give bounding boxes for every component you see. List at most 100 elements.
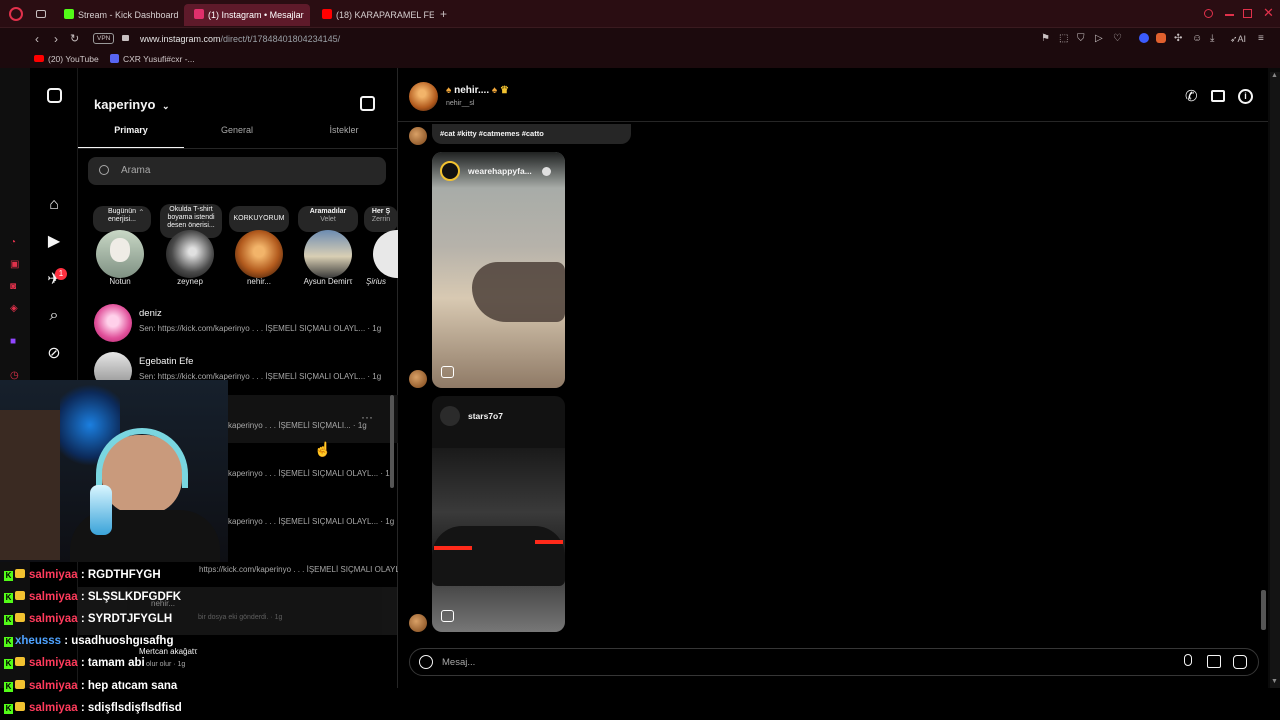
workspaces-icon[interactable] <box>36 10 46 18</box>
scroll-up-arrow-icon[interactable]: ▲ <box>1271 72 1278 79</box>
home-icon[interactable]: ⌂ <box>44 195 64 215</box>
message-composer[interactable]: Mesaj... <box>409 648 1259 676</box>
shield-icon[interactable]: ⛉ <box>1077 32 1085 46</box>
instagram-logo-icon[interactable] <box>44 86 64 106</box>
restore-window-icon[interactable] <box>1243 9 1252 18</box>
sidebar-history-icon[interactable]: ◔ <box>10 237 21 248</box>
note-avatar-zeynep[interactable] <box>166 230 214 278</box>
bookmark-youtube[interactable]: (20) YouTube <box>34 53 99 65</box>
back-arrow-icon[interactable]: ‹ <box>35 31 39 47</box>
forward-arrow-icon[interactable]: › <box>54 31 58 47</box>
aria-ai-button[interactable]: ➶AI <box>1230 32 1246 46</box>
tab-search-icon[interactable] <box>1204 9 1213 18</box>
chat-message: Kxheusss : usadhuoshgısafhg <box>4 635 174 647</box>
webcam-overlay <box>0 380 228 562</box>
account-switcher[interactable]: kaperinyo ⌄ <box>94 97 170 112</box>
note-avatar-nehir[interactable] <box>235 230 283 278</box>
thread-username: nehir__sl <box>446 100 475 107</box>
reels-icon[interactable]: ▶ <box>44 232 64 252</box>
thread-title[interactable]: ♠ nehir.... ♠ ♛ <box>446 85 509 96</box>
bookmark-cxr[interactable]: CXR Yusufi#cxr -... <box>110 53 195 65</box>
sidebar-shopping-icon[interactable]: ▣ <box>10 259 21 270</box>
opera-logo-icon[interactable] <box>9 7 23 21</box>
extension-blue-icon[interactable] <box>1139 33 1149 43</box>
sidebar-twitch-icon[interactable]: ■ <box>10 336 21 347</box>
shared-post-card[interactable]: wearehappyfa... <box>432 152 565 388</box>
conversation-list-scrollbar[interactable] <box>390 395 394 488</box>
tab-instagram-messages[interactable]: (1) Instagram • Mesajlar <box>184 4 310 26</box>
tab-general[interactable]: General <box>184 125 290 148</box>
download-icon[interactable]: ⤓ <box>1210 32 1214 46</box>
post-media-shadow <box>472 262 565 322</box>
note-bubble-sirius[interactable]: Her Ş Zerrin <box>364 206 398 232</box>
note-avatar-aysun[interactable] <box>304 230 352 278</box>
tab-primary[interactable]: Primary <box>78 125 184 148</box>
chat-message: Ksalmiyaa : tamam abi <box>4 657 145 669</box>
reel-indicator-icon <box>441 366 454 378</box>
image-icon[interactable] <box>1207 655 1221 668</box>
note-bubble-nehir[interactable]: KORKUYORUM <box>229 206 289 232</box>
minimize-window-icon[interactable] <box>1225 14 1234 16</box>
search-box[interactable]: Arama <box>88 157 386 185</box>
search-icon[interactable]: ⌕ <box>44 306 64 326</box>
note-avatar-own[interactable] <box>96 230 144 278</box>
kick-badge-icon: K <box>4 593 13 603</box>
vpn-badge[interactable]: VPN <box>93 33 115 44</box>
note-bubble-aysun[interactable]: Aramadılar Velet <box>298 206 358 232</box>
account-icon[interactable]: ☺ <box>1192 32 1202 46</box>
tab-youtube-video[interactable]: (18) KARAPARAMEL FETT <box>312 4 434 26</box>
chat-message: Ksalmiyaa : hep atıcam sana <box>4 680 178 692</box>
webcam-shelf <box>0 410 60 560</box>
info-icon[interactable]: i <box>1238 89 1253 104</box>
new-message-icon[interactable] <box>360 96 375 111</box>
taillight-left <box>434 546 472 550</box>
sticker-icon[interactable] <box>1233 655 1247 669</box>
scroll-down-arrow-icon[interactable]: ▼ <box>1271 678 1278 685</box>
tab-kick-dashboard[interactable]: Stream - Kick Dashboard <box>54 4 182 26</box>
close-window-icon[interactable]: ✕ <box>1263 5 1274 21</box>
screen-bottom-bar <box>0 688 1280 720</box>
avatar <box>94 304 132 342</box>
kick-badge-icon: K <box>4 682 13 692</box>
message-avatar <box>409 127 427 145</box>
notification-badge: 1 <box>55 268 67 280</box>
sidebar-messenger-icon[interactable]: ◈ <box>10 303 21 314</box>
heart-icon[interactable]: ♡ <box>1113 32 1122 46</box>
video-call-icon[interactable] <box>1211 90 1225 102</box>
microphone-icon[interactable] <box>1184 654 1192 666</box>
bookmark-icon[interactable]: ⚑ <box>1041 32 1050 46</box>
sidebar-instagram-icon[interactable]: ◙ <box>10 281 21 292</box>
play-icon[interactable]: ▷ <box>1095 32 1103 46</box>
conversation-row[interactable]: deniz Sen: https://kick.com/kaperinyo . … <box>78 299 398 347</box>
extensions-puzzle-icon[interactable]: ✣ <box>1174 32 1182 46</box>
note-name-own: Notun <box>109 277 131 286</box>
search-icon <box>99 165 109 175</box>
extension-fox-icon[interactable] <box>1156 33 1166 43</box>
new-tab-plus-icon[interactable]: + <box>440 7 447 21</box>
page-scrollbar[interactable]: ▲ ▼ <box>1270 72 1280 688</box>
snapshot-icon[interactable]: ⬚ <box>1059 32 1068 46</box>
crown-badge-icon <box>15 591 25 600</box>
shared-post-card[interactable]: stars7o7 <box>432 396 565 632</box>
emoji-icon[interactable] <box>419 655 433 669</box>
thread-scrollbar[interactable] <box>1261 590 1266 630</box>
reload-icon[interactable]: ↻ <box>70 31 79 47</box>
tab-requests[interactable]: İstekler <box>290 125 397 148</box>
kick-badge-icon: K <box>4 571 13 581</box>
search-input[interactable]: Arama <box>121 165 150 176</box>
note-name-aysun: Aysun Demirτ <box>303 277 353 286</box>
webcam-mic <box>90 485 112 535</box>
lock-icon <box>122 35 129 41</box>
thread-avatar[interactable] <box>409 82 438 111</box>
url-field[interactable]: www.instagram.com/direct/t/1784840180423… <box>140 31 340 47</box>
post-media-car <box>432 526 565 586</box>
more-options-icon[interactable]: ··· <box>361 410 373 424</box>
chat-message: Ksalmiyaa : SYRDTJFYGLH <box>4 613 173 625</box>
menu-icon[interactable]: ≡ <box>1258 32 1264 46</box>
message-avatar <box>409 614 427 632</box>
thread-header-divider <box>398 121 1268 122</box>
chat-message: Ksalmiyaa : sdişflsdişflsdfisd <box>4 702 182 714</box>
message-input[interactable]: Mesaj... <box>442 657 475 668</box>
explore-icon[interactable]: ⊘ <box>44 344 64 364</box>
voice-call-icon[interactable]: ✆ <box>1185 88 1198 106</box>
